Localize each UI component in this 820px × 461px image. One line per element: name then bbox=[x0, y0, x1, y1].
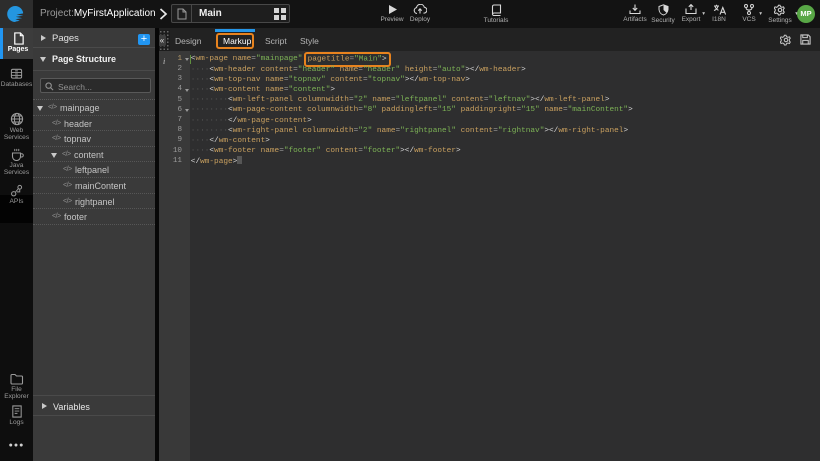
svg-text:i: i bbox=[163, 57, 165, 65]
